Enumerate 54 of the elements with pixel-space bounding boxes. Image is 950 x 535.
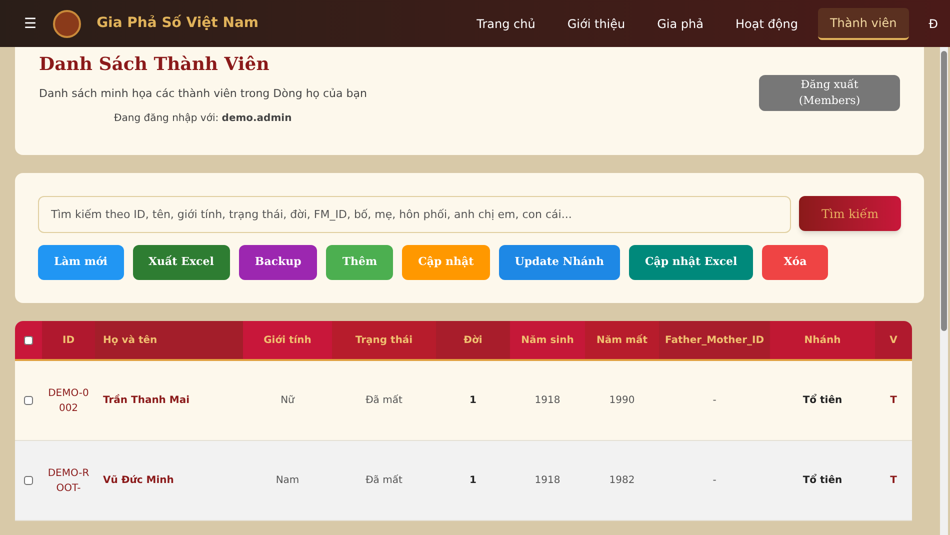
page-subtitle: Danh sách minh họa các thành viên trong Dòng họ của bạn [39, 86, 367, 102]
table-cell-text: Đã mất [366, 474, 402, 488]
search-field[interactable]: Tìm kiếm theo ID, tên, giới tính, trạng thái, đời, FM_ID, bố, mẹ, hôn phối, anh chị em, con cái... [38, 196, 791, 233]
table-cell-text: 1 [470, 474, 476, 488]
table-cell: Trần Thanh Mai [103, 393, 190, 408]
column-header: Trạng thái [332, 321, 436, 359]
logout-button[interactable]: Đăng xuất (Members) [759, 75, 900, 111]
table-cell-text: DEMO-0002 [47, 386, 90, 416]
nav-link[interactable]: Gia phả [645, 8, 716, 38]
row-checkbox[interactable] [24, 476, 33, 485]
nav-link[interactable]: Thành viên [818, 8, 909, 40]
action-button[interactable]: Xóa [762, 245, 828, 280]
action-button[interactable]: Update Nhánh [498, 245, 620, 280]
table-cell-text: Nữ [280, 394, 294, 408]
column-header: Father_Mother_ID [659, 321, 770, 359]
table-cell-text: - [712, 394, 716, 408]
table-cell-text: T [890, 474, 897, 488]
brand-title[interactable]: Gia Phả Số Việt Nam [96, 13, 258, 34]
table-cell-text: Vũ Đức Minh [103, 474, 174, 488]
column-header: Đời [436, 321, 510, 359]
select-all-checkbox[interactable] [24, 336, 33, 344]
login-info: Đang đăng nhập với: demo.admin [114, 112, 293, 126]
nav-link[interactable]: Đ [916, 8, 950, 38]
table-cell: Tổ tiên [802, 393, 842, 408]
table-cell-text: Nam [276, 474, 300, 488]
menu-icon[interactable]: ☰ [24, 14, 37, 34]
table-cell-text: Đã mất [366, 394, 402, 408]
action-button[interactable]: Cập nhật Excel [628, 245, 754, 280]
scrollbar[interactable] [940, 47, 948, 535]
table-cell-text: 1918 [534, 474, 560, 488]
column-header: Nhánh [770, 321, 875, 359]
table-cell: Tổ tiên [802, 473, 842, 488]
nav-link[interactable]: Giới thiệu [555, 8, 638, 38]
column-header: Giới tính [243, 321, 332, 359]
table-cell-text: 1990 [609, 394, 635, 408]
table-cell-text: DEMO-ROOT- [46, 466, 90, 496]
table-cell-text: 1982 [609, 474, 635, 488]
table-cell-text: T [890, 394, 897, 408]
column-header: V [875, 321, 912, 359]
table-cell-text: 1918 [534, 394, 560, 408]
column-header: Họ và tên [95, 321, 243, 359]
table-cell-text: - [712, 474, 716, 488]
nav-link[interactable]: Trang chủ [464, 8, 548, 38]
search-button[interactable]: Tìm kiếm [799, 196, 901, 231]
table-cell-text: 1 [470, 394, 476, 408]
action-button[interactable]: Backup [238, 245, 318, 280]
row-checkbox[interactable] [24, 396, 33, 405]
logo-icon [52, 10, 81, 38]
page-title: Danh Sách Thành Viên [39, 53, 270, 77]
nav-link[interactable]: Hoạt động [724, 8, 810, 38]
action-button[interactable]: Xuất Excel [132, 245, 230, 280]
column-header: Năm mất [585, 321, 659, 359]
column-header: Năm sinh [510, 321, 585, 359]
column-header: ID [42, 321, 95, 359]
